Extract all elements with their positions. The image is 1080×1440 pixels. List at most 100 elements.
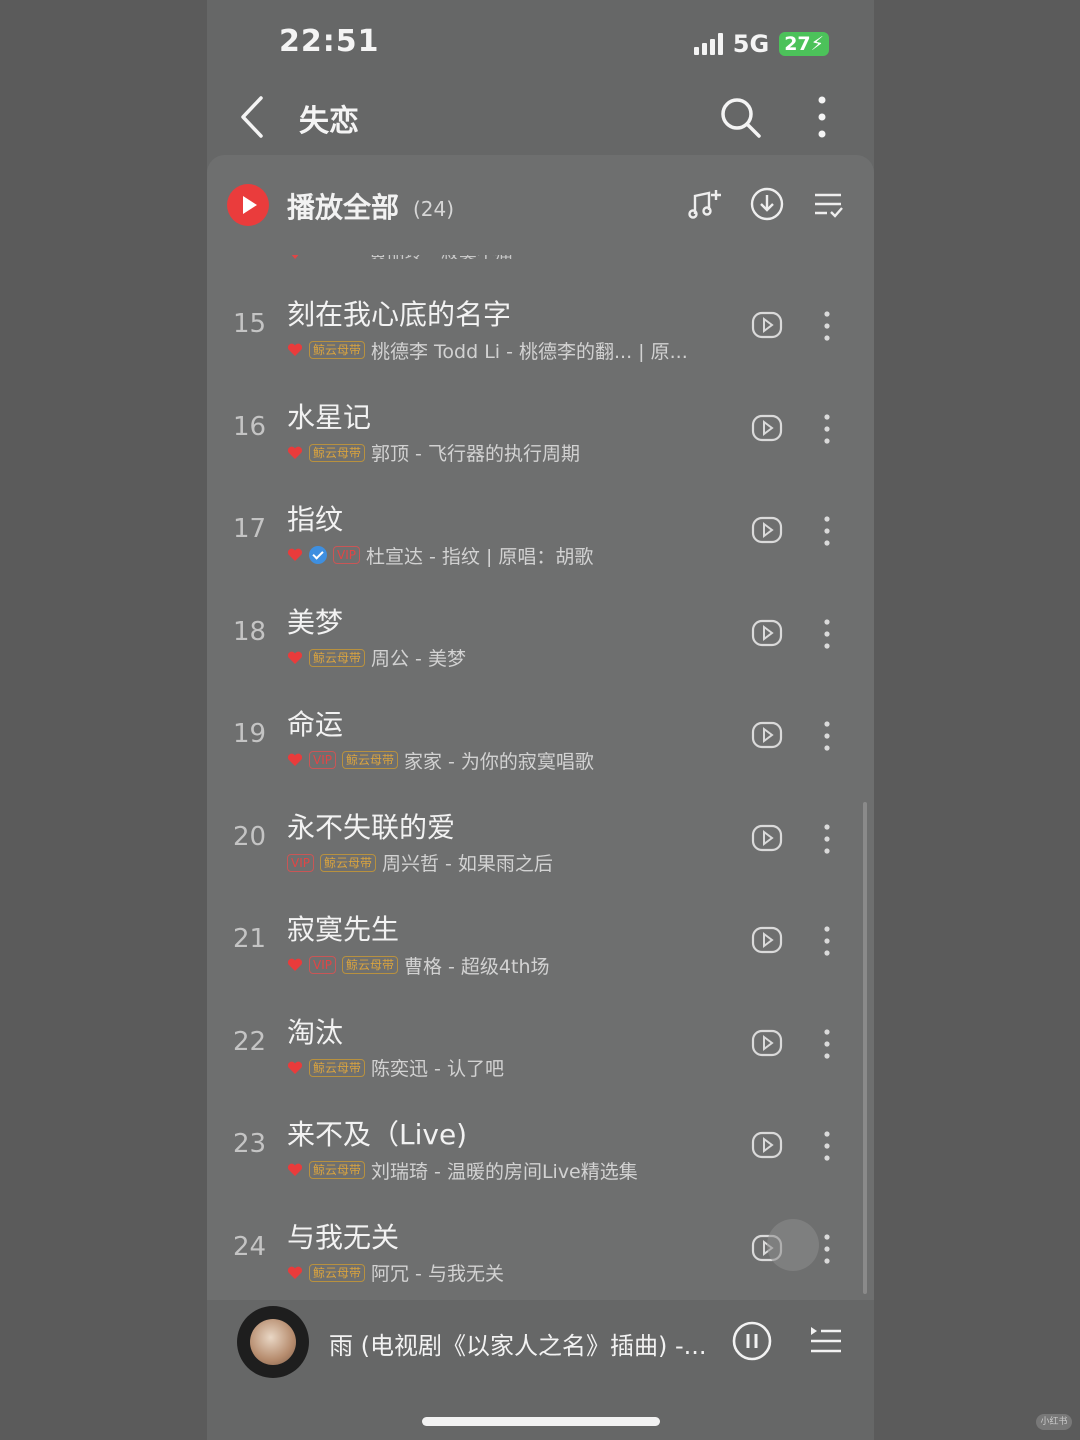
whale-master-badge: 鲸云母带 bbox=[309, 1058, 366, 1077]
status-indicators: 5G 27⚡ bbox=[693, 30, 829, 58]
signal-icon bbox=[693, 33, 723, 55]
song-more-icon[interactable] bbox=[819, 412, 835, 446]
song-title[interactable]: 寂寞先生 bbox=[287, 908, 399, 948]
song-number: 17 bbox=[233, 514, 267, 544]
song-more-icon[interactable] bbox=[819, 1129, 835, 1163]
whale-master-badge: 鲸云母带 bbox=[309, 443, 366, 462]
back-button[interactable] bbox=[233, 92, 273, 142]
song-more-icon[interactable] bbox=[819, 924, 835, 958]
song-more-icon[interactable] bbox=[819, 514, 835, 548]
play-video-icon[interactable] bbox=[751, 311, 783, 339]
play-video-icon[interactable] bbox=[751, 721, 783, 749]
vip-badge: VIP bbox=[333, 546, 360, 564]
play-video-icon[interactable] bbox=[751, 516, 783, 544]
song-title[interactable]: 水星记 bbox=[287, 396, 371, 436]
heart-icon[interactable] bbox=[287, 1266, 303, 1280]
play-video-icon[interactable] bbox=[751, 619, 783, 647]
song-subtitle: VIP 鲸云母带 曹格 - 超级4th场 bbox=[287, 953, 550, 977]
download-icon[interactable] bbox=[749, 186, 785, 222]
song-row[interactable]: 18 美梦 鲸云母带 周公 - 美梦 bbox=[207, 583, 874, 686]
back-icon bbox=[241, 96, 263, 138]
home-indicator[interactable] bbox=[422, 1417, 660, 1426]
song-artist-album: 周公 - 美梦 bbox=[371, 648, 466, 670]
heart-icon[interactable] bbox=[287, 1061, 303, 1075]
song-artist-album: 陈奕迅 - 认了吧 bbox=[371, 1058, 504, 1080]
play-video-icon[interactable] bbox=[751, 1029, 783, 1057]
play-video-icon[interactable] bbox=[751, 824, 783, 852]
play-video-icon[interactable] bbox=[751, 1131, 783, 1159]
song-title[interactable]: 指纹 bbox=[287, 498, 343, 538]
song-row[interactable]: 19 命运 VIP 鲸云母带 家家 - 为你的寂寞唱歌 bbox=[207, 685, 874, 788]
song-more-icon[interactable] bbox=[819, 1232, 835, 1266]
song-subtitle: 鲸云母带 郭顶 - 飞行器的执行周期 bbox=[287, 441, 580, 465]
song-list-panel: ♥ 黄丽玲 - 寂寞不痛 播放全部 (24) bbox=[207, 155, 874, 1300]
song-artist-album: 家家 - 为你的寂寞唱歌 bbox=[404, 750, 594, 773]
multi-select-icon[interactable] bbox=[811, 186, 847, 222]
heart-icon[interactable] bbox=[287, 1163, 303, 1177]
add-music-icon[interactable] bbox=[687, 186, 723, 222]
song-title[interactable]: 来不及（Live) bbox=[287, 1113, 467, 1153]
whale-master-badge: 鲸云母带 bbox=[309, 1263, 366, 1282]
page-title: 失恋 bbox=[299, 104, 359, 139]
playlist-icon[interactable] bbox=[807, 1324, 843, 1358]
song-row[interactable]: 20 永不失联的爱 VIP 鲸云母带 周兴哲 - 如果雨之后 bbox=[207, 788, 874, 891]
song-number: 20 bbox=[233, 821, 267, 852]
song-row[interactable]: 15 刻在我心底的名字 鲸云母带 桃德李 Todd Li - 桃德李的翻... | 原… bbox=[207, 275, 874, 378]
whale-master-badge: 鲸云母带 bbox=[319, 853, 376, 872]
now-playing-title[interactable]: 雨 (电视剧《以家人之名》插曲) -... bbox=[329, 1326, 709, 1361]
heart-icon[interactable] bbox=[287, 651, 303, 665]
song-title[interactable]: 刻在我心底的名字 bbox=[287, 293, 511, 333]
song-title[interactable]: 命运 bbox=[287, 703, 343, 743]
song-subtitle: 鲸云母带 周公 - 美梦 bbox=[287, 646, 466, 670]
network-label: 5G bbox=[732, 30, 770, 58]
heart-icon[interactable] bbox=[287, 446, 303, 460]
song-row[interactable]: 16 水星记鲸云母带 郭顶 - 飞行器的执行周期 bbox=[207, 378, 874, 481]
song-list: 15 刻在我心底的名字 鲸云母带 桃德李 Todd Li - 桃德李的翻... | 原… bbox=[207, 275, 874, 1300]
song-number: 24 bbox=[233, 1231, 267, 1262]
vip-badge: VIP bbox=[309, 751, 336, 769]
song-more-icon[interactable] bbox=[819, 617, 835, 651]
scrollbar[interactable] bbox=[863, 802, 867, 1294]
song-number: 22 bbox=[233, 1026, 267, 1057]
heart-icon[interactable] bbox=[287, 548, 303, 562]
watermark: 小红书 bbox=[1036, 1414, 1072, 1430]
song-row[interactable]: 22 淘汰鲸云母带 陈奕迅 - 认了吧 bbox=[207, 993, 874, 1096]
play-video-icon[interactable] bbox=[751, 414, 783, 442]
song-title[interactable]: 淘汰 bbox=[287, 1011, 343, 1051]
play-all-icon[interactable] bbox=[227, 184, 269, 226]
album-disc[interactable] bbox=[237, 1306, 309, 1378]
search-button[interactable] bbox=[719, 96, 763, 140]
song-more-icon[interactable] bbox=[819, 719, 835, 753]
song-more-icon[interactable] bbox=[819, 1027, 835, 1061]
pause-icon[interactable] bbox=[731, 1320, 773, 1362]
song-more-icon[interactable] bbox=[819, 309, 835, 343]
song-artist-album: 周兴哲 - 如果雨之后 bbox=[382, 853, 553, 875]
song-subtitle: VIP 鲸云母带 家家 - 为你的寂寞唱歌 bbox=[287, 748, 594, 772]
floating-locate-button[interactable] bbox=[767, 1219, 819, 1271]
song-title[interactable]: 永不失联的爱 bbox=[287, 806, 455, 846]
battery-indicator: 27⚡ bbox=[779, 32, 829, 56]
status-time: 22:51 bbox=[279, 24, 380, 59]
song-number: 15 bbox=[233, 309, 267, 339]
song-row[interactable]: 23 来不及（Live) 鲸云母带 刘瑞琦 - 温暖的房间Live精选集 bbox=[207, 1095, 874, 1198]
heart-icon[interactable] bbox=[287, 753, 303, 767]
song-row[interactable]: 21 寂寞先生 VIP 鲸云母带 曹格 - 超级4th场 bbox=[207, 890, 874, 993]
song-artist-album: 杜宣达 - 指纹 | 原唱：胡歌 bbox=[365, 545, 594, 568]
more-button[interactable] bbox=[807, 94, 837, 140]
more-icon bbox=[818, 96, 826, 138]
song-subtitle: 鲸云母带 陈奕迅 - 认了吧 bbox=[287, 1056, 504, 1080]
song-title[interactable]: 与我无关 bbox=[287, 1216, 399, 1256]
vip-badge: VIP bbox=[287, 853, 314, 872]
song-number: 16 bbox=[233, 411, 267, 442]
play-all-button[interactable]: 播放全部 bbox=[287, 186, 399, 226]
search-icon bbox=[721, 98, 761, 138]
song-subtitle: VIP 杜宣达 - 指纹 | 原唱：胡歌 bbox=[287, 543, 593, 567]
heart-icon[interactable] bbox=[287, 343, 303, 357]
song-more-icon[interactable] bbox=[819, 822, 835, 856]
play-video-icon[interactable] bbox=[751, 926, 783, 954]
heart-icon[interactable] bbox=[287, 958, 303, 972]
song-row[interactable]: 17 指纹 VIP 杜宣达 - 指纹 | 原唱：胡歌 bbox=[207, 480, 874, 583]
song-artist-album: 曹格 - 超级4th场 bbox=[404, 955, 550, 978]
song-title[interactable]: 美梦 bbox=[287, 601, 343, 641]
song-subtitle: 鲸云母带 刘瑞琦 - 温暖的房间Live精选集 bbox=[287, 1158, 638, 1182]
